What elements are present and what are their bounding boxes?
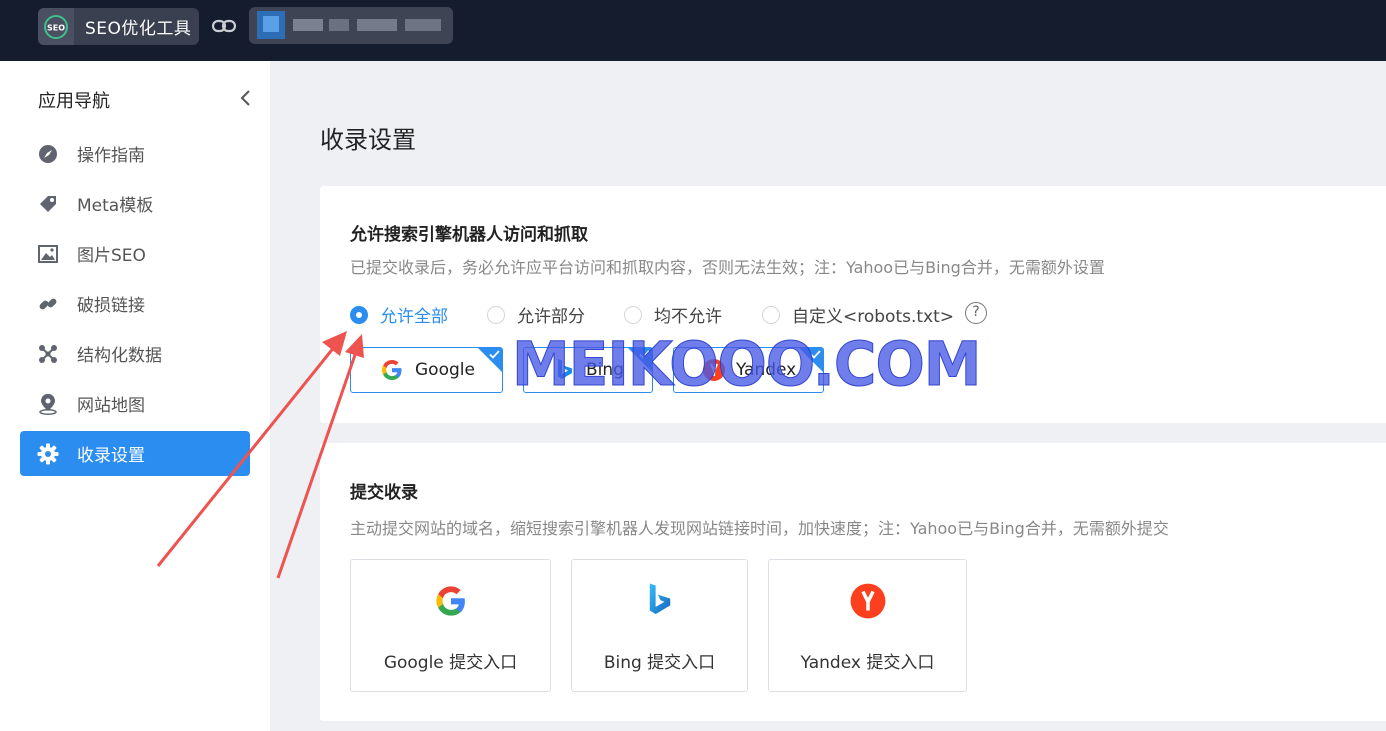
map-pin-icon: [37, 393, 59, 415]
bing-icon: [558, 359, 572, 379]
submit-description: 主动提交网站的域名，缩短搜索引擎机器人发现网站链接时间，加快速度；注：Yahoo…: [350, 519, 1169, 538]
sidebar-item-guide[interactable]: 操作指南: [20, 131, 250, 176]
help-icon[interactable]: ?: [965, 302, 987, 324]
radio-dot: [350, 305, 368, 324]
sidebar-item-label: 结构化数据: [77, 346, 162, 366]
network-icon: [37, 343, 59, 365]
bing-submit-button[interactable]: Bing 提交入口: [571, 559, 748, 692]
sidebar: 应用导航 操作指南 Meta模板 图片SEO 破损链接 结构化数据 网站地图 收…: [0, 61, 270, 731]
sidebar-item-image-seo[interactable]: 图片SEO: [20, 231, 250, 276]
app-name: SEO优化工具: [85, 19, 192, 39]
sidebar-item-label: 收录设置: [77, 446, 145, 466]
check-icon: [639, 350, 650, 359]
sidebar-item-structured-data[interactable]: 结构化数据: [20, 331, 250, 376]
site-selector[interactable]: [249, 7, 453, 44]
check-icon: [489, 350, 500, 359]
sidebar-item-meta[interactable]: Meta模板: [20, 181, 250, 226]
site-name-blur: [293, 19, 323, 31]
yandex-submit-button[interactable]: Yandex 提交入口: [768, 559, 967, 692]
radio-label: 允许全部: [380, 307, 448, 327]
radio-allow-partial[interactable]: 允许部分: [487, 302, 585, 327]
engine-toggle-bing[interactable]: Bing: [523, 347, 653, 393]
google-icon: [382, 360, 402, 380]
page-title: 收录设置: [320, 126, 416, 154]
google-submit-button[interactable]: Google 提交入口: [350, 559, 551, 692]
site-favicon-inner: [263, 16, 279, 32]
yandex-icon: [850, 583, 885, 619]
crawl-heading: 允许搜索引擎机器人访问和抓取: [350, 225, 588, 245]
sidebar-item-broken-links[interactable]: 破损链接: [20, 281, 250, 326]
radio-custom-robots[interactable]: 自定义<robots.txt>: [762, 302, 954, 327]
image-icon: [37, 243, 59, 265]
sidebar-item-label: 操作指南: [77, 146, 145, 166]
sidebar-item-label: 破损链接: [77, 296, 145, 316]
engine-label: Bing: [586, 360, 624, 380]
tag-icon: [37, 193, 59, 215]
sidebar-item-sitemap[interactable]: 网站地图: [20, 381, 250, 426]
chevron-left-icon[interactable]: [236, 88, 256, 108]
google-icon: [435, 586, 465, 616]
engine-toggle-google[interactable]: Google: [350, 347, 503, 393]
site-name-blur: [405, 19, 441, 31]
sidebar-item-label: 网站地图: [77, 396, 145, 416]
submit-entry-label: Yandex 提交入口: [800, 653, 935, 673]
app-switcher[interactable]: SEO SEO优化工具: [38, 8, 199, 45]
bing-icon: [649, 583, 670, 615]
seo-logo-icon: SEO: [38, 8, 74, 45]
engine-label: Yandex: [736, 360, 797, 380]
svg-text:SEO: SEO: [47, 23, 65, 32]
radio-label: 允许部分: [517, 307, 585, 327]
sidebar-item-label: Meta模板: [77, 196, 154, 216]
sidebar-title: 应用导航: [38, 91, 110, 112]
radio-allow-all[interactable]: 允许全部: [350, 302, 448, 327]
radio-label: 自定义<robots.txt>: [792, 307, 955, 327]
yandex-icon: [703, 359, 725, 381]
submit-heading: 提交收录: [350, 483, 418, 503]
crawl-description: 已提交收录后，务必允许应平台访问和抓取内容，否则无法生效；注：Yahoo已与Bi…: [350, 258, 1105, 277]
site-name-blur: [357, 19, 397, 31]
radio-dot: [624, 305, 642, 324]
engine-label: Google: [415, 360, 475, 380]
radio-allow-none[interactable]: 均不允许: [624, 302, 722, 327]
broken-link-icon: [37, 293, 59, 315]
top-bar: SEO SEO优化工具: [0, 0, 1386, 61]
link-icon[interactable]: [211, 16, 237, 36]
check-icon: [810, 350, 821, 359]
radio-label: 均不允许: [654, 307, 722, 327]
sidebar-item-indexing-settings[interactable]: 收录设置: [20, 431, 250, 476]
radio-dot: [487, 305, 505, 324]
sidebar-item-label: 图片SEO: [77, 246, 146, 266]
gear-icon: [37, 443, 59, 465]
site-name-blur: [329, 19, 349, 31]
submit-entry-label: Bing 提交入口: [603, 653, 716, 673]
compass-icon: [37, 143, 59, 165]
submit-entry-label: Google 提交入口: [383, 653, 518, 673]
radio-dot: [762, 305, 780, 324]
engine-toggle-yandex[interactable]: Yandex: [673, 347, 824, 393]
